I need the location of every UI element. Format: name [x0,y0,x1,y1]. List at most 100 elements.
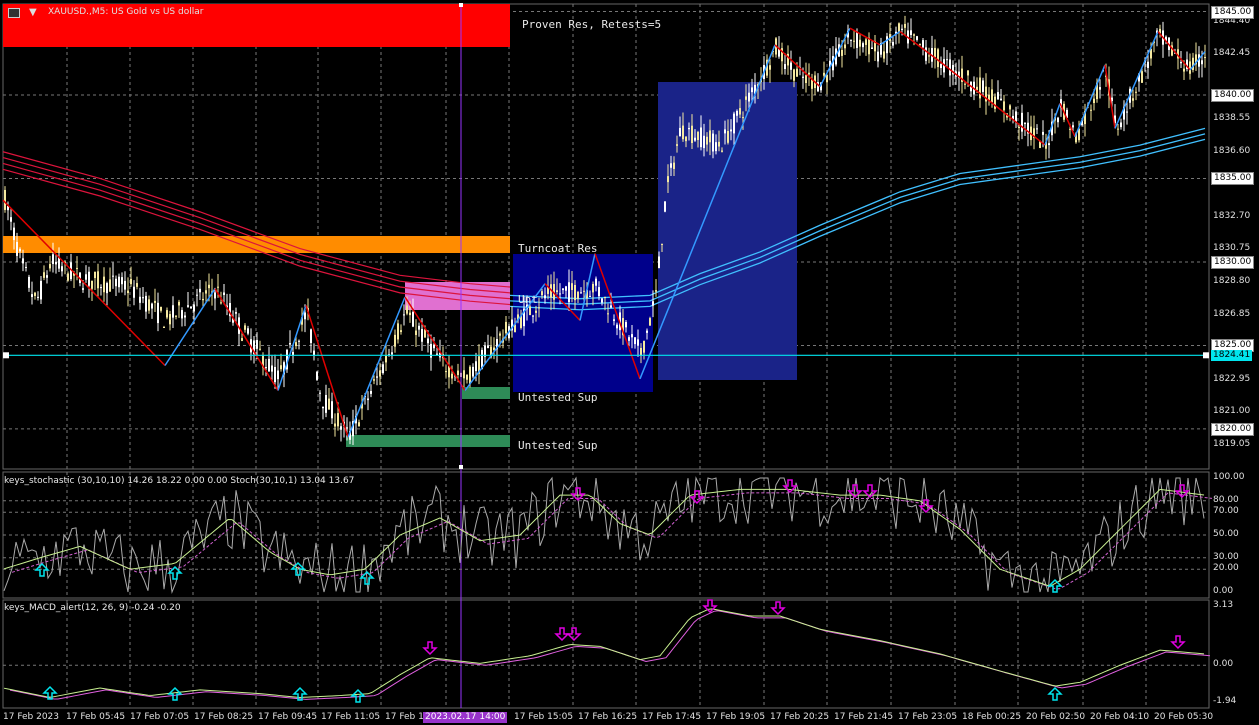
candle-body [841,49,843,56]
candle-body [337,413,339,427]
candle-body [529,306,531,316]
candle-body [865,39,867,45]
candle-body [571,283,573,290]
chart-type-icon[interactable]: ▼ [29,7,37,18]
candle-body [937,49,939,68]
candle-body [862,43,864,48]
candle-body [892,41,894,46]
candle-body [370,390,372,394]
candle-body [274,366,276,383]
candle-body [856,31,858,48]
untested-sup-zone-2 [346,435,510,447]
candle-body [685,136,687,142]
candle-body [4,189,6,210]
candle-body [193,304,195,312]
price-line-handle [1203,352,1209,359]
candle-body [751,87,753,93]
candle-body [142,297,144,299]
candle-body [676,144,678,146]
candle-body [472,366,474,377]
candle-body [328,398,330,410]
candle-body [877,51,879,62]
time-label: 18 Feb 00:25 [962,712,1022,722]
candle-body [319,392,321,394]
candle-body [244,325,246,330]
macd-main-line [3,608,1205,698]
candle-body [310,329,312,344]
candle-body [1069,128,1071,130]
macd-sell-arrow-icon [566,627,582,642]
candle-body [379,370,381,377]
candle-body [664,201,666,212]
candle-body [145,295,147,312]
candle-body [613,319,615,321]
candle-body [1180,62,1182,64]
macd-buy-arrow-icon [350,688,366,703]
chart-window[interactable]: ▼ XAUUSD.,M5: US Gold vs US dollar Prove… [0,0,1259,725]
candle-body [568,282,570,303]
price-tick-label: 1836.60 [1213,145,1251,156]
candle-body [673,162,675,169]
candle-body [316,371,318,380]
candle-body [28,276,30,288]
candle-body [1120,122,1122,128]
price-line-handle [3,352,9,359]
candle-body [694,137,696,141]
zigzag-segment [277,305,307,391]
candle-body [322,406,324,409]
candle-body [712,133,714,152]
candle-body [43,272,45,278]
candle-body [433,344,435,349]
window-menu-icon[interactable] [8,8,20,18]
candle-body [616,324,618,329]
candle-body [658,256,660,269]
zigzag-segment [1104,64,1116,129]
candle-body [397,323,399,340]
candle-body [661,243,663,245]
candle-body [595,278,597,286]
candle-body [796,68,798,77]
candle-body [574,284,576,301]
time-label: 17 Feb 15:05 [514,712,574,722]
candle-body [904,23,906,28]
time-label: 17 Feb 2023 [3,712,60,722]
candle-body [391,352,393,355]
candle-body [784,64,786,70]
chart-canvas[interactable] [0,0,1259,725]
candle-body [667,176,669,183]
candle-body [187,305,189,307]
stoch-level-label: 0.00 [1213,586,1234,596]
price-level-tag: 1830.00 [1211,255,1255,269]
candle-body [703,135,705,149]
candle-body [265,367,267,369]
candle-body [499,333,501,336]
candle-body [805,75,807,84]
zigzag-segment [305,305,349,438]
candle-body [727,131,729,143]
price-level-tag: 1835.00 [1211,172,1255,186]
candle-body [883,51,885,59]
candle-body [376,376,378,378]
candle-body [598,287,600,297]
candle-body [118,276,120,288]
candle-body [130,278,132,285]
candle-body [154,300,156,303]
price-level-tag: 1840.00 [1211,88,1255,102]
candle-body [1036,128,1038,130]
candle-body [949,59,951,76]
zigzag-segment [899,30,941,63]
macd-buy-arrow-icon [1047,686,1063,701]
candle-body [679,127,681,137]
price-tick-label: 1838.55 [1213,113,1251,124]
candle-body [427,338,429,344]
candle-body [16,241,18,256]
candle-body [475,361,477,372]
candle-body [334,423,336,427]
stoch-level-label: 70.00 [1213,506,1239,517]
time-label: 17 Feb 07:05 [130,712,190,722]
candle-body [742,117,744,119]
time-label: 17 Feb 19:05 [706,712,766,722]
candle-body [76,267,78,269]
macd-level-label: 3.13 [1213,600,1234,610]
candle-body [940,64,942,68]
